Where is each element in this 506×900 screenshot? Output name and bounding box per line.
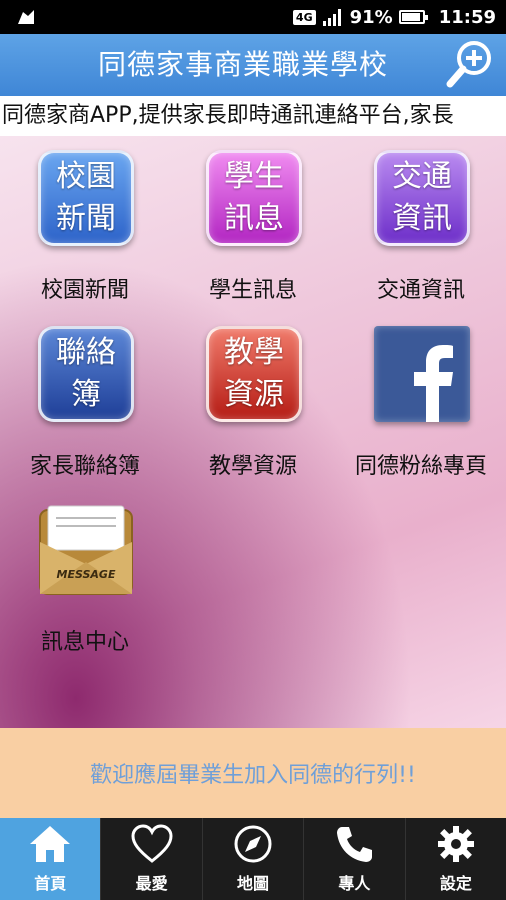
home-icon [30, 826, 71, 862]
tile-traffic-info[interactable]: 交通 資訊 交通資訊 [337, 136, 505, 306]
nav-label: 首頁 [34, 874, 67, 893]
nav-settings[interactable]: 設定 [406, 818, 506, 900]
teaching-resources-icon: 教學 資源 [206, 326, 302, 422]
nav-favorites[interactable]: 最愛 [101, 818, 203, 900]
tile-label: 同德粉絲專頁 [354, 454, 487, 479]
tile-teaching-resources[interactable]: 教學 資源 教學資源 [169, 312, 337, 482]
nav-map[interactable]: 地圖 [203, 818, 305, 900]
envelope-text: MESSAGE [57, 568, 116, 581]
tile-parent-contact-book[interactable]: 聯絡 簿 家長聯絡簿 [1, 312, 169, 482]
message-envelope-icon: MESSAGE [38, 502, 134, 598]
tile-label: 教學資源 [208, 454, 297, 479]
title-bar: 同德家事商業職業學校 [0, 34, 506, 96]
facebook-icon [374, 326, 470, 422]
phone-icon [337, 827, 373, 862]
battery-percent: 91% [349, 6, 393, 28]
page-title: 同德家事商業職業學校 [97, 48, 388, 81]
heart-icon [131, 824, 173, 863]
nav-home[interactable]: 首頁 [0, 818, 102, 900]
zoom-in-icon[interactable] [442, 38, 494, 92]
tile-student-messages[interactable]: 學生 訊息 學生訊息 [169, 136, 337, 306]
welcome-banner[interactable]: 歡迎應屆畢業生加入同德的行列!! [0, 728, 506, 818]
network-type-badge: 4G [292, 9, 316, 25]
tile-message-center[interactable]: MESSAGE 訊息中心 [1, 488, 169, 658]
nav-label: 地圖 [237, 874, 270, 893]
marquee-text: 同德家商APP,提供家長即時通訊連絡平台,家長 [2, 103, 454, 128]
contact-book-icon: 聯絡 簿 [38, 326, 134, 422]
signal-icon [322, 9, 341, 26]
tile-label: 交通資訊 [376, 278, 465, 303]
traffic-info-icon: 交通 資訊 [374, 150, 470, 246]
announcement-marquee[interactable]: 同德家商APP,提供家長即時通訊連絡平台,家長 [0, 96, 506, 136]
tile-label: 家長聯絡簿 [29, 454, 140, 479]
main-menu-grid: 校園 新聞 校園新聞 學生 訊息 學生訊息 交通 資訊 交通資訊 聯絡 簿 家長… [0, 136, 506, 728]
nav-label: 最愛 [135, 874, 168, 893]
gear-icon [437, 826, 474, 862]
tile-label: 校園新聞 [40, 278, 129, 303]
android-notification-icon [18, 10, 34, 24]
tile-campus-news[interactable]: 校園 新聞 校園新聞 [1, 136, 169, 306]
nav-contact-person[interactable]: 專人 [304, 818, 406, 900]
clock: 11:59 [438, 6, 496, 28]
tile-label: 訊息中心 [40, 630, 129, 655]
campus-news-icon: 校園 新聞 [38, 150, 134, 246]
banner-text: 歡迎應屆畢業生加入同德的行列!! [90, 763, 416, 788]
compass-icon [234, 825, 272, 863]
battery-icon [398, 10, 428, 24]
status-bar: 4G 91% 11:59 [0, 0, 506, 34]
tile-facebook-fan-page[interactable]: 同德粉絲專頁 [337, 312, 505, 482]
nav-label: 設定 [439, 874, 472, 893]
tile-label: 學生訊息 [208, 278, 297, 303]
bottom-nav: 首頁 最愛 地圖 專人 設定 [0, 818, 506, 900]
student-messages-icon: 學生 訊息 [206, 150, 302, 246]
nav-label: 專人 [338, 874, 371, 893]
